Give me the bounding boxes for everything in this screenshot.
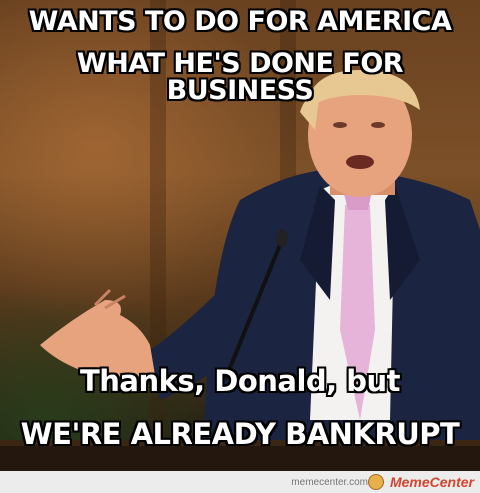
bottom-caption-line-2: WE'RE ALREADY BANKRUPT <box>20 417 460 451</box>
watermark-site: memecenter.com <box>291 477 368 488</box>
watermark-logo: MemeCenter <box>389 474 474 490</box>
watermark-bar: memecenter.com MemeCenter <box>0 471 480 493</box>
meme-image: WANTS TO DO FOR AMERICA WHAT HE'S DONE F… <box>0 0 480 493</box>
bottom-caption-line-1: Thanks, Donald, but <box>79 364 401 398</box>
microphone <box>276 229 288 247</box>
top-caption-line-1: WANTS TO DO FOR AMERICA <box>28 6 452 37</box>
top-caption-line-2: WHAT HE'S DONE FOR BUSINESS <box>76 48 404 106</box>
mascot-icon <box>368 474 384 490</box>
